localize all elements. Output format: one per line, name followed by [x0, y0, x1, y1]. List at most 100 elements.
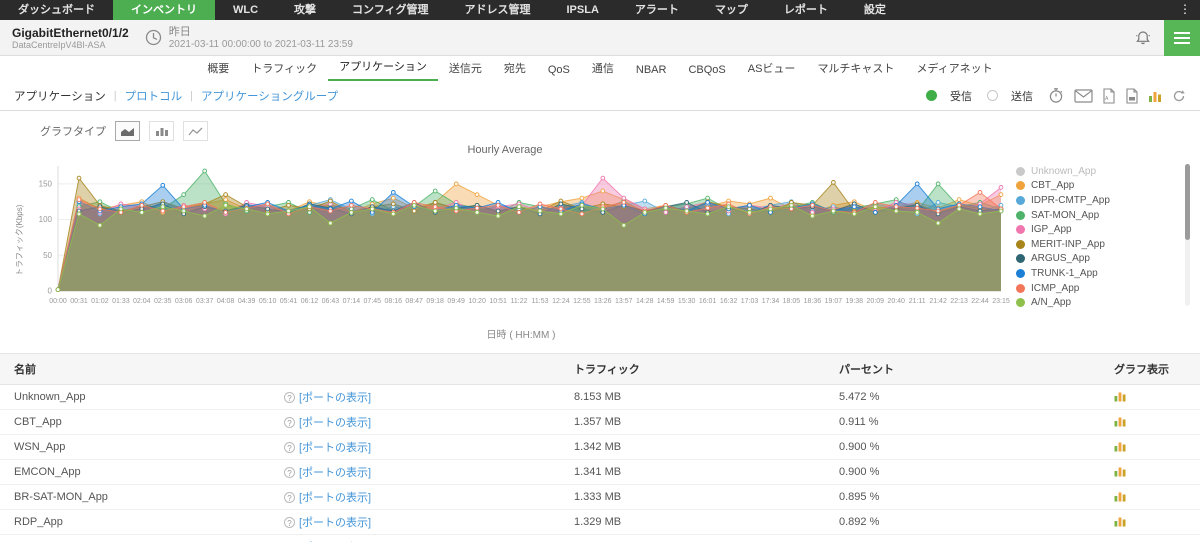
- more-vertical-icon[interactable]: ⋮: [1170, 0, 1200, 20]
- tab-トラフィック[interactable]: トラフィック: [240, 56, 328, 81]
- row-bar-chart-icon[interactable]: [1114, 440, 1127, 452]
- subnav-link-プロトコル[interactable]: プロトコル: [125, 88, 183, 104]
- graph-type-label: グラフタイプ: [40, 126, 106, 138]
- bar-chart-icon[interactable]: [1148, 89, 1163, 103]
- col-header-percent[interactable]: パーセント: [825, 353, 1100, 385]
- show-ports-link[interactable]: [ポートの表示]: [299, 517, 371, 529]
- nav-item-インベントリ[interactable]: インベントリ: [113, 0, 215, 20]
- tab-QoS[interactable]: QoS: [537, 60, 581, 81]
- email-icon[interactable]: [1074, 88, 1093, 103]
- row-bar-chart-icon[interactable]: [1114, 465, 1127, 477]
- svg-text:20:40: 20:40: [887, 298, 905, 305]
- ports-cell: ? [ポートの表示]: [270, 459, 560, 485]
- subnav-separator: |: [190, 89, 193, 102]
- csv-icon[interactable]: [1125, 87, 1139, 104]
- subnav-link-アプリケーショングループ[interactable]: アプリケーショングループ: [201, 88, 338, 104]
- legend-scrollbar-track: [1185, 164, 1190, 306]
- time-period-selector[interactable]: 昨日 2021-03-11 00:00:00 to 2021-03-11 23:…: [145, 26, 353, 50]
- tab-通信[interactable]: 通信: [581, 56, 625, 81]
- nav-item-WLC[interactable]: WLC: [215, 0, 276, 20]
- legend-item-MERIT-INP_App[interactable]: MERIT-INP_App: [1016, 237, 1192, 252]
- legend-item-ARGUS_App[interactable]: ARGUS_App: [1016, 252, 1192, 267]
- legend-dot: [1016, 195, 1025, 205]
- svg-text:12:55: 12:55: [573, 298, 591, 305]
- ports-cell: ? [ポートの表示]: [270, 409, 560, 435]
- graph-type-bar-button[interactable]: [149, 121, 174, 141]
- traffic-value: 8.153 MB: [560, 384, 825, 410]
- svg-text:02:04: 02:04: [133, 298, 151, 305]
- help-icon[interactable]: ?: [284, 417, 295, 428]
- tab-メディアネット[interactable]: メディアネット: [905, 56, 1003, 81]
- subnav-link-アプリケーション[interactable]: アプリケーション: [14, 88, 106, 104]
- help-icon[interactable]: ?: [284, 467, 295, 478]
- tab-CBQoS[interactable]: CBQoS: [677, 60, 736, 81]
- help-icon[interactable]: ?: [284, 517, 295, 528]
- graph-cell: [1100, 434, 1200, 460]
- show-ports-link[interactable]: [ポートの表示]: [299, 417, 371, 429]
- bell-icon[interactable]: [1134, 29, 1152, 47]
- help-icon[interactable]: ?: [284, 442, 295, 453]
- ports-cell: ? [ポートの表示]: [270, 434, 560, 460]
- col-header-name[interactable]: 名前: [0, 353, 270, 385]
- legend-item-IGP_App[interactable]: IGP_App: [1016, 222, 1192, 237]
- legend-label: MERIT-INP_App: [1031, 238, 1105, 250]
- table-body: Unknown_App? [ポートの表示] 8.153 MB 5.472 % CBT_A…: [0, 384, 1200, 542]
- legend-dot: [1016, 283, 1025, 293]
- legend-item-CBT_App[interactable]: CBT_App: [1016, 179, 1192, 194]
- help-icon[interactable]: ?: [284, 492, 295, 503]
- show-ports-link[interactable]: [ポートの表示]: [299, 492, 371, 504]
- subnav-links: アプリケーション | プロトコル | アプリケーショングループ: [14, 88, 338, 104]
- graph-type-line-button[interactable]: [183, 121, 208, 141]
- pdf-icon[interactable]: A: [1102, 87, 1116, 104]
- tab-ASビュー[interactable]: ASビュー: [737, 56, 807, 81]
- svg-text:07:14: 07:14: [343, 298, 361, 305]
- row-bar-chart-icon[interactable]: [1114, 515, 1127, 527]
- schedule-icon[interactable]: [1048, 87, 1065, 104]
- report-tabs: 概要 トラフィック アプリケーション 送信元 宛先 QoS 通信 NBAR CBQoS ASビュー…: [0, 56, 1200, 81]
- tab-NBAR[interactable]: NBAR: [625, 60, 678, 81]
- legend-scrollbar-thumb[interactable]: [1185, 164, 1190, 240]
- radio-receive[interactable]: [926, 90, 937, 101]
- nav-item-コンフィグ管理[interactable]: コンフィグ管理: [334, 0, 446, 20]
- nav-item-レポート[interactable]: レポート: [766, 0, 846, 20]
- svg-text:20:09: 20:09: [867, 298, 885, 305]
- graph-type-area-button[interactable]: [115, 121, 140, 141]
- svg-text:08:47: 08:47: [405, 298, 423, 305]
- traffic-chart[interactable]: 05010015000:00 00:31 01:02 01:33 02:04 02:35 0…: [16, 158, 1016, 310]
- nav-item-マップ[interactable]: マップ: [697, 0, 766, 20]
- show-ports-link[interactable]: [ポートの表示]: [299, 392, 371, 404]
- nav-item-設定[interactable]: 設定: [846, 0, 904, 20]
- subnav-separator: |: [113, 89, 117, 102]
- show-ports-link[interactable]: [ポートの表示]: [299, 442, 371, 454]
- col-header-traffic[interactable]: トラフィック: [560, 353, 825, 385]
- menu-icon[interactable]: [1164, 19, 1200, 56]
- legend-item-Unknown_App[interactable]: Unknown_App: [1016, 164, 1192, 179]
- legend-item-IDPR-CMTP_App[interactable]: IDPR-CMTP_App: [1016, 193, 1192, 208]
- tab-アプリケーション[interactable]: アプリケーション: [328, 54, 438, 81]
- tab-送信元[interactable]: 送信元: [438, 56, 493, 81]
- tab-概要[interactable]: 概要: [196, 56, 240, 81]
- row-bar-chart-icon[interactable]: [1114, 490, 1127, 502]
- nav-item-アドレス管理[interactable]: アドレス管理: [447, 0, 549, 20]
- legend-item-SAT-MON_App[interactable]: SAT-MON_App: [1016, 208, 1192, 223]
- row-bar-chart-icon[interactable]: [1114, 415, 1127, 427]
- radio-receive-label: 受信: [950, 90, 972, 103]
- percent-value: 0.911 %: [825, 409, 1100, 435]
- row-bar-chart-icon[interactable]: [1114, 390, 1127, 402]
- legend-item-TRUNK-1_App[interactable]: TRUNK-1_App: [1016, 266, 1192, 281]
- legend-label: TRUNK-1_App: [1031, 267, 1098, 279]
- svg-text:19:38: 19:38: [846, 298, 864, 305]
- refresh-icon[interactable]: [1172, 89, 1186, 103]
- nav-item-IPSLA[interactable]: IPSLA: [549, 0, 617, 20]
- period-label: 昨日: [168, 25, 191, 38]
- nav-item-ダッシュボード[interactable]: ダッシュボード: [0, 0, 113, 20]
- tab-マルチキャスト[interactable]: マルチキャスト: [806, 56, 905, 81]
- show-ports-link[interactable]: [ポートの表示]: [299, 467, 371, 479]
- radio-send[interactable]: [987, 90, 998, 101]
- legend-item-A/N_App[interactable]: A/N_App: [1016, 295, 1192, 310]
- help-icon[interactable]: ?: [284, 392, 295, 403]
- tab-宛先[interactable]: 宛先: [493, 56, 537, 81]
- legend-item-ICMP_App[interactable]: ICMP_App: [1016, 281, 1192, 296]
- nav-item-アラート[interactable]: アラート: [617, 0, 697, 20]
- nav-item-攻撃[interactable]: 攻撃: [276, 0, 334, 20]
